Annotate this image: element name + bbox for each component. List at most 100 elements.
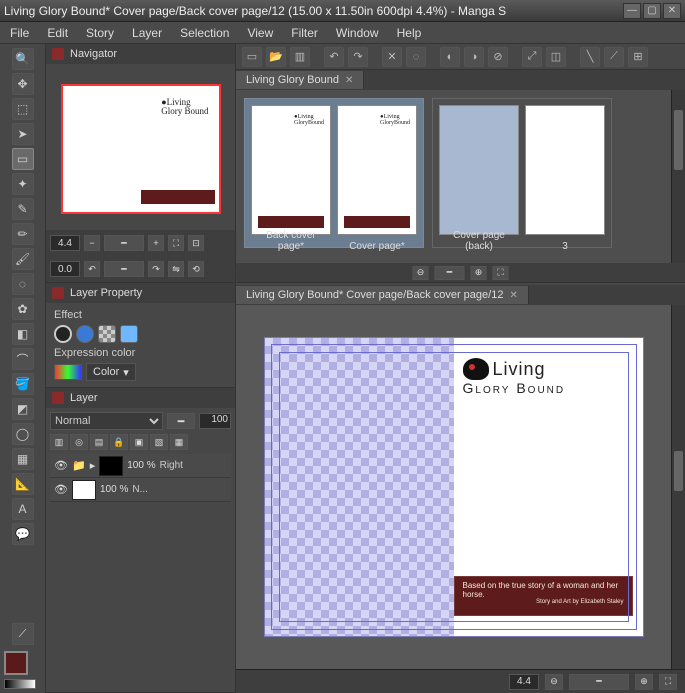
zoom-value[interactable]: 4.4 bbox=[50, 235, 80, 251]
gradient-tool-icon[interactable]: ◩ bbox=[12, 398, 34, 420]
canvas-zoom-out-icon[interactable]: ⊖ bbox=[545, 674, 563, 690]
color-swatches[interactable] bbox=[0, 647, 45, 693]
fill-bg-icon[interactable]: ◑ bbox=[464, 47, 484, 67]
shape-tool-icon[interactable]: ◯ bbox=[12, 423, 34, 445]
rotate-ccw-icon[interactable]: ↶ bbox=[84, 261, 100, 277]
move-tool-icon[interactable]: ✥ bbox=[12, 73, 34, 95]
frame-tool-icon[interactable]: ▦ bbox=[12, 448, 34, 470]
story-tab[interactable]: Living Glory Bound ✕ bbox=[236, 71, 364, 89]
lock-icon[interactable]: 🔒 bbox=[110, 434, 128, 450]
pages-scrollbar[interactable] bbox=[671, 90, 685, 264]
opacity-slider-icon[interactable]: ━ bbox=[167, 413, 195, 429]
layer-row[interactable]: 👁 100 % N... bbox=[50, 478, 231, 502]
layer-row[interactable]: 👁 📁 ▸ 100 % Right bbox=[50, 454, 231, 478]
menu-layer[interactable]: Layer bbox=[132, 26, 162, 40]
blend-tool-icon[interactable]: ⌒ bbox=[12, 348, 34, 370]
delete-icon[interactable]: ✕ bbox=[382, 47, 402, 67]
snap-special-icon[interactable]: ⟋ bbox=[604, 47, 624, 67]
menu-edit[interactable]: Edit bbox=[47, 26, 68, 40]
close-canvas-tab-icon[interactable]: ✕ bbox=[509, 290, 517, 301]
airbrush-tool-icon[interactable]: ◌ bbox=[12, 273, 34, 295]
pages-fit-icon[interactable]: ⛶ bbox=[493, 266, 509, 280]
menu-filter[interactable]: Filter bbox=[291, 26, 318, 40]
ruler-tool-icon[interactable]: 📐 bbox=[12, 473, 34, 495]
draft-icon[interactable]: ▤ bbox=[90, 434, 108, 450]
rotate-slider[interactable]: ━ bbox=[104, 261, 144, 277]
text-tool-icon[interactable]: A bbox=[12, 498, 34, 520]
canvas-zoom-in-icon[interactable]: ⊕ bbox=[635, 674, 653, 690]
tone-effect-icon[interactable] bbox=[76, 325, 94, 343]
canvas-scrollbar-v[interactable] bbox=[671, 305, 685, 669]
color-mode-dropdown[interactable]: Color ▾ bbox=[86, 363, 136, 381]
arrow-tool-icon[interactable]: ➤ bbox=[12, 123, 34, 145]
border-effect-icon[interactable] bbox=[54, 325, 72, 343]
menu-window[interactable]: Window bbox=[336, 26, 379, 40]
balloon-tool-icon[interactable]: 💬 bbox=[12, 523, 34, 545]
expand-icon[interactable]: ▸ bbox=[90, 459, 96, 472]
page-thumb[interactable]: ●LivingGloryBound Cover page* bbox=[337, 105, 417, 235]
opacity-value[interactable]: 100 bbox=[199, 413, 231, 429]
layer-color-icon[interactable]: ▦ bbox=[170, 434, 188, 450]
snap-grid-icon[interactable]: ⊞ bbox=[628, 47, 648, 67]
ruler-link-icon[interactable]: ▧ bbox=[150, 434, 168, 450]
pages-zoom-in-icon[interactable]: ⊕ bbox=[471, 266, 487, 280]
fill-tool-icon[interactable]: 🪣 bbox=[12, 373, 34, 395]
undo-icon[interactable]: ↶ bbox=[324, 47, 344, 67]
clip-mask-icon[interactable]: ▥ bbox=[50, 434, 68, 450]
rotate-cw-icon[interactable]: ↷ bbox=[148, 261, 164, 277]
layer-color-effect-icon[interactable] bbox=[120, 325, 138, 343]
navigator-thumbnail[interactable]: ●LivingGlory Bound bbox=[61, 84, 221, 214]
line-correct-tool-icon[interactable]: ⟋ bbox=[12, 623, 34, 645]
visibility-icon[interactable]: 👁 bbox=[54, 483, 68, 497]
save-file-icon[interactable]: ▥ bbox=[290, 47, 310, 67]
close-button[interactable]: ✕ bbox=[663, 3, 681, 19]
open-file-icon[interactable]: 📂 bbox=[266, 47, 286, 67]
pencil-tool-icon[interactable]: ✏ bbox=[12, 223, 34, 245]
reset-rotate-icon[interactable]: ⟲ bbox=[188, 261, 204, 277]
layer-header[interactable]: Layer bbox=[46, 388, 235, 408]
flip-h-icon[interactable]: ⇋ bbox=[168, 261, 184, 277]
operation-tool-icon[interactable]: ⬚ bbox=[12, 98, 34, 120]
folder-icon[interactable]: 📁 bbox=[72, 459, 86, 472]
maximize-button[interactable]: ▢ bbox=[643, 3, 661, 19]
menu-story[interactable]: Story bbox=[86, 26, 114, 40]
pages-zoom-slider[interactable]: ━ bbox=[435, 266, 465, 280]
spread-group[interactable]: ●LivingGloryBound Back cover page* ●Livi… bbox=[244, 98, 424, 248]
spread-group[interactable]: Cover page (back) 3 bbox=[432, 98, 612, 248]
brush-tool-icon[interactable]: 🖌 bbox=[12, 248, 34, 270]
zoom-slider[interactable]: ━ bbox=[104, 235, 144, 251]
clear-icon[interactable]: ⊘ bbox=[488, 47, 508, 67]
canvas-viewport[interactable]: Living Glory Bound Based on the true sto… bbox=[236, 305, 671, 669]
color-bar[interactable] bbox=[4, 679, 36, 689]
fit-icon[interactable]: ⛶ bbox=[168, 235, 184, 251]
menu-file[interactable]: File bbox=[10, 26, 29, 40]
hundred-icon[interactable]: ⊡ bbox=[188, 235, 204, 251]
close-tab-icon[interactable]: ✕ bbox=[345, 75, 353, 86]
navigator-header[interactable]: Navigator bbox=[46, 44, 235, 64]
pages-zoom-out-icon[interactable]: ⊖ bbox=[413, 266, 429, 280]
canvas-zoom-value[interactable]: 4.4 bbox=[509, 674, 539, 690]
mask-icon[interactable]: ▣ bbox=[130, 434, 148, 450]
reference-icon[interactable]: ◎ bbox=[70, 434, 88, 450]
visibility-icon[interactable]: 👁 bbox=[54, 459, 68, 473]
canvas-page[interactable]: Living Glory Bound Based on the true sto… bbox=[264, 337, 644, 637]
new-file-icon[interactable]: ▭ bbox=[242, 47, 262, 67]
page-thumb[interactable]: 3 bbox=[525, 105, 605, 235]
marquee-tool-icon[interactable]: ▭ bbox=[12, 148, 34, 170]
scale-icon[interactable]: ⤢ bbox=[522, 47, 542, 67]
canvas-tab[interactable]: Living Glory Bound* Cover page/Back cove… bbox=[236, 286, 529, 304]
zoom-tool-icon[interactable]: 🔍 bbox=[12, 48, 34, 70]
snap-ruler-icon[interactable]: ╲ bbox=[580, 47, 600, 67]
transform-icon[interactable]: ◫ bbox=[546, 47, 566, 67]
redo-icon[interactable]: ↷ bbox=[348, 47, 368, 67]
pen-tool-icon[interactable]: ✎ bbox=[12, 198, 34, 220]
menu-view[interactable]: View bbox=[247, 26, 273, 40]
page-thumb[interactable]: ●LivingGloryBound Back cover page* bbox=[251, 105, 331, 235]
canvas-fit-icon[interactable]: ⛶ bbox=[659, 674, 677, 690]
eraser-tool-icon[interactable]: ◧ bbox=[12, 323, 34, 345]
rotation-value[interactable]: 0.0 bbox=[50, 261, 80, 277]
wand-tool-icon[interactable]: ✦ bbox=[12, 173, 34, 195]
blend-mode-dropdown[interactable]: Normal bbox=[50, 412, 163, 430]
foreground-color-swatch[interactable] bbox=[4, 651, 28, 675]
checker-effect-icon[interactable] bbox=[98, 325, 116, 343]
